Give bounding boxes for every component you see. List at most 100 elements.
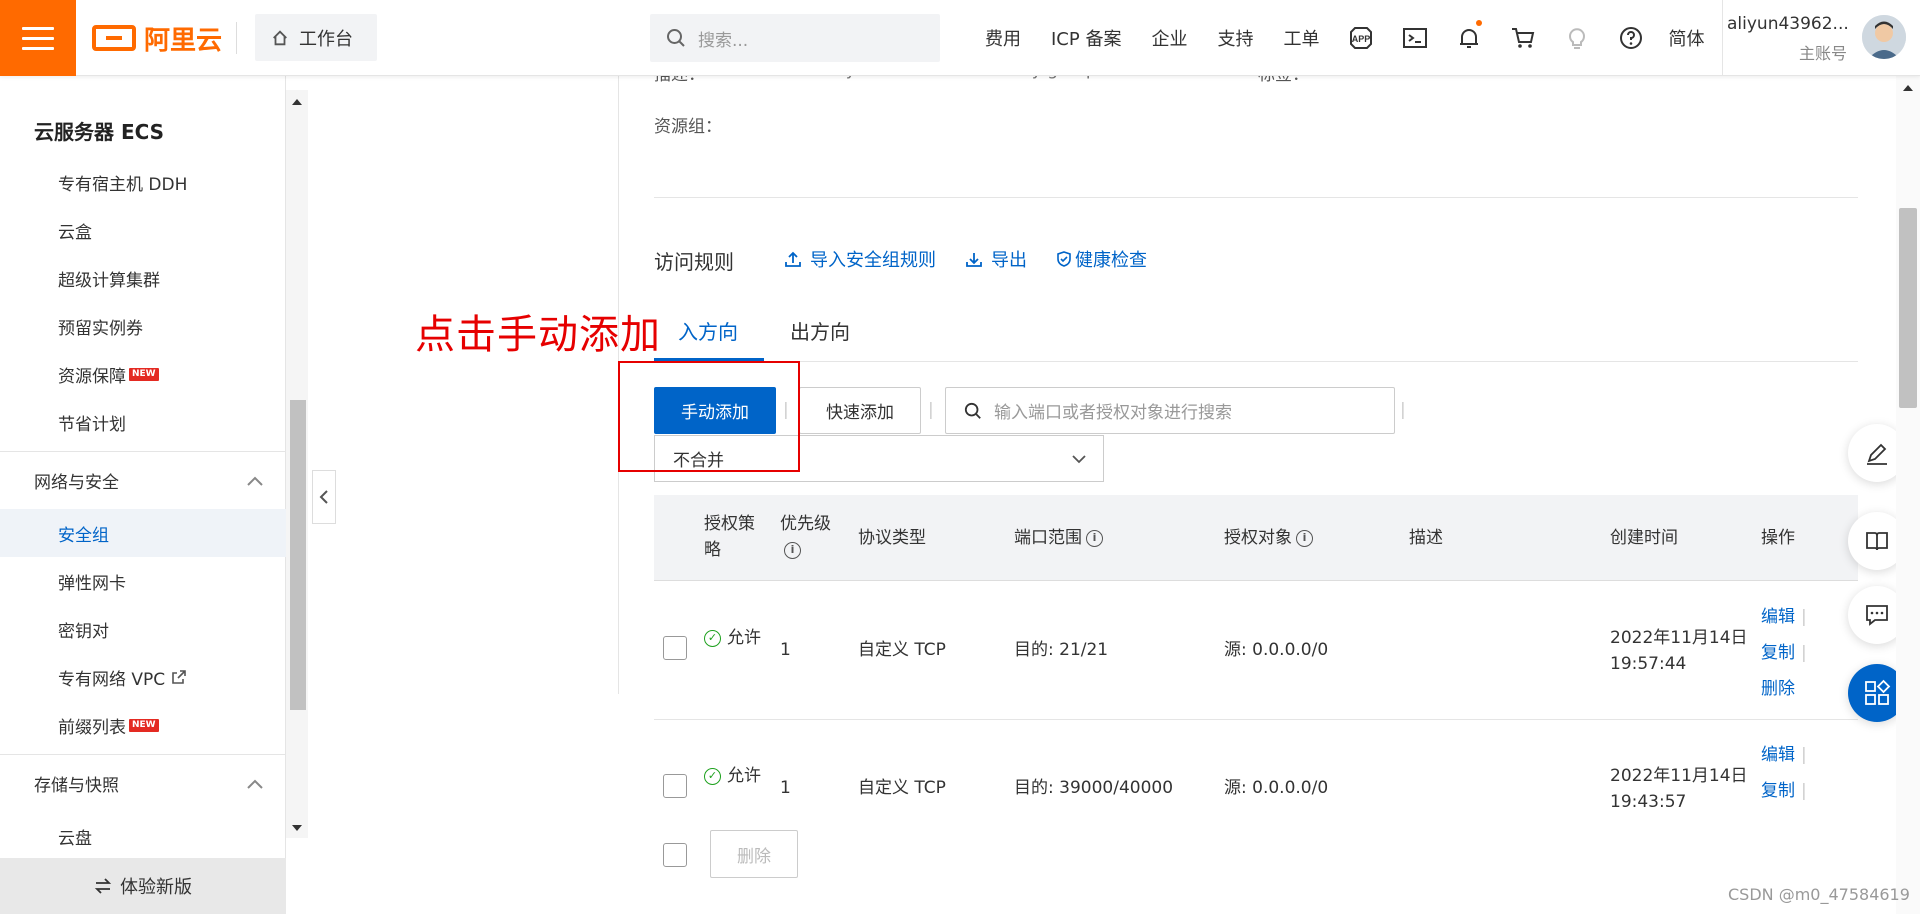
health-check-link[interactable]: 健康检查 xyxy=(1055,246,1147,272)
sidebar-item-reserved-instance[interactable]: 预留实例券 xyxy=(0,302,286,350)
language-switch[interactable]: 简体 xyxy=(1658,0,1724,76)
export-link[interactable]: 导出 xyxy=(965,246,1027,272)
avatar[interactable] xyxy=(1862,15,1906,59)
separator: | xyxy=(1400,400,1406,420)
sidebar-group-storage[interactable]: 存储与快照 xyxy=(0,754,286,812)
merge-select-value: 不合并 xyxy=(673,451,724,471)
separator: | xyxy=(928,400,934,420)
global-search-input[interactable]: 搜索... xyxy=(650,14,940,62)
chevron-down-icon xyxy=(1072,454,1086,463)
nav-ticket[interactable]: 工单 xyxy=(1268,25,1334,51)
info-icon[interactable]: i xyxy=(1296,529,1313,547)
access-rules-title: 访问规则 xyxy=(654,250,734,274)
shield-check-icon xyxy=(1057,251,1071,267)
footer-label: 体验新版 xyxy=(120,877,192,898)
search-placeholder: 输入端口或者授权对象进行搜索 xyxy=(994,403,1232,423)
header-policy: 授权策略 xyxy=(704,514,755,560)
select-all-checkbox[interactable] xyxy=(663,843,687,867)
cell-created: 2022年11月14日 19:43:57 xyxy=(1610,763,1748,815)
cell-target: 源: 0.0.0.0/0 xyxy=(1224,778,1329,798)
app-icon[interactable]: APP xyxy=(1334,0,1388,76)
help-icon[interactable] xyxy=(1604,0,1658,76)
nav-enterprise[interactable]: 企业 xyxy=(1136,25,1202,51)
copy-link[interactable]: 复制 xyxy=(1761,643,1795,663)
sidebar-item-cloudbox[interactable]: 云盒 xyxy=(0,206,286,254)
import-label: 导入安全组规则 xyxy=(810,250,936,271)
rules-table-header: 授权策略 优先级 i 协议类型 端口范围 i 授权对象 i 描述 创建时间 操作 xyxy=(654,495,1858,581)
sidebar-item-scc[interactable]: 超级计算集群 xyxy=(0,254,286,302)
edit-link[interactable]: 编辑 xyxy=(1761,745,1795,765)
header-port: 端口范围 i xyxy=(1014,525,1103,551)
external-link-icon xyxy=(172,670,186,684)
tab-outbound[interactable]: 出方向 xyxy=(790,316,850,345)
sidebar-item-ddh[interactable]: 专有宿主机 DDH xyxy=(0,158,286,206)
tab-inbound[interactable]: 入方向 xyxy=(678,316,738,345)
cart-icon[interactable] xyxy=(1496,0,1550,76)
nav-support[interactable]: 支持 xyxy=(1202,25,1268,51)
header-ops: 操作 xyxy=(1761,528,1795,548)
nav-fees[interactable]: 费用 xyxy=(970,25,1036,51)
merge-select[interactable]: 不合并 xyxy=(654,435,1104,482)
nav-items: 费用 ICP 备案 企业 支持 工单 APP 简体 xyxy=(970,0,1724,76)
sidebar-item-resource-assurance[interactable]: 资源保障 NEW xyxy=(0,350,286,398)
resource-group-label: 资源组： xyxy=(654,117,722,137)
sidebar-item-vpc[interactable]: 专有网络 VPC xyxy=(0,653,286,701)
tabs-divider xyxy=(654,361,1858,362)
sidebar-group-network[interactable]: 网络与安全 xyxy=(0,451,286,509)
copy-link[interactable]: 复制 xyxy=(1761,781,1795,801)
annotation-text: 点击手动添加 xyxy=(415,312,661,358)
cell-policy: ✓ 允许 xyxy=(704,763,764,789)
table-row: ✓ 允许 1 自定义 TCP 目的: 21/21 源: 0.0.0.0/0 202… xyxy=(654,581,1858,720)
bulk-delete-button[interactable]: 删除 xyxy=(710,830,798,878)
nav-icp[interactable]: ICP 备案 xyxy=(1036,25,1136,51)
sidebar-scroll-thumb[interactable] xyxy=(290,400,306,710)
new-badge: NEW xyxy=(129,718,159,732)
sidebar-item-eni[interactable]: 弹性网卡 xyxy=(0,557,286,605)
row-checkbox[interactable] xyxy=(663,636,687,660)
section-divider xyxy=(654,197,1858,198)
row-checkbox[interactable] xyxy=(663,774,687,798)
info-icon[interactable]: i xyxy=(784,541,801,559)
sidebar-item-disk[interactable]: 云盘 xyxy=(0,812,286,860)
sidebar-item-savings-plan[interactable]: 节省计划 xyxy=(0,398,286,446)
sidebar-item-security-group[interactable]: 安全组 xyxy=(0,509,286,557)
search-placeholder: 搜索... xyxy=(698,30,749,51)
health-check-label: 健康检查 xyxy=(1075,250,1147,271)
try-new-version-button[interactable]: 体验新版 xyxy=(0,858,286,914)
lightbulb-icon[interactable] xyxy=(1550,0,1604,76)
user-menu[interactable]: aliyun43962... 主账号 xyxy=(1727,14,1849,64)
edit-link[interactable]: 编辑 xyxy=(1761,607,1795,627)
main-scrollbar[interactable] xyxy=(1896,76,1920,914)
cell-policy: ✓ 允许 xyxy=(704,625,764,651)
search-icon xyxy=(964,402,981,419)
quick-add-button[interactable]: 快速添加 xyxy=(799,387,921,434)
menu-icon[interactable] xyxy=(0,0,76,76)
workbench-button[interactable]: 工作台 xyxy=(255,14,377,61)
main-scroll-thumb[interactable] xyxy=(1899,208,1917,408)
terminal-icon[interactable] xyxy=(1388,0,1442,76)
sidebar-item-label: 前缀列表 xyxy=(58,717,126,738)
scroll-up-icon xyxy=(292,99,302,105)
header-target: 授权对象 i xyxy=(1224,525,1313,551)
sidebar-item-label: 专有网络 VPC xyxy=(58,669,166,690)
cell-ops: 编辑 | 复制 | xyxy=(1761,745,1807,801)
manual-add-button[interactable]: 手动添加 xyxy=(654,387,776,434)
workbench-label: 工作台 xyxy=(299,28,353,50)
brand-logo[interactable]: 阿里云 xyxy=(92,20,222,56)
sidebar-item-keypair[interactable]: 密钥对 xyxy=(0,605,286,653)
cell-ops: 编辑 | 复制 | 删除 xyxy=(1761,607,1807,699)
import-rules-link[interactable]: 导入安全组规则 xyxy=(784,246,936,272)
info-icon[interactable]: i xyxy=(1086,529,1103,547)
sidebar-item-label: 弹性网卡 xyxy=(58,573,126,594)
delete-link[interactable]: 删除 xyxy=(1761,679,1795,699)
policy-value: 允许 xyxy=(727,628,761,648)
separator: | xyxy=(783,400,789,420)
sidebar-item-prefix-list[interactable]: 前缀列表 NEW xyxy=(0,701,286,749)
cell-protocol: 自定义 TCP xyxy=(858,778,946,798)
user-name: aliyun43962... xyxy=(1727,14,1849,34)
collapse-sidebar-button[interactable] xyxy=(312,470,336,524)
rule-search-input[interactable]: 输入端口或者授权对象进行搜索 xyxy=(945,387,1395,434)
bell-icon[interactable] xyxy=(1442,0,1496,76)
chevron-up-icon xyxy=(247,779,263,789)
table-row: ✓ 允许 1 自定义 TCP 目的: 39000/40000 源: 0.0.0.0… xyxy=(654,720,1858,820)
